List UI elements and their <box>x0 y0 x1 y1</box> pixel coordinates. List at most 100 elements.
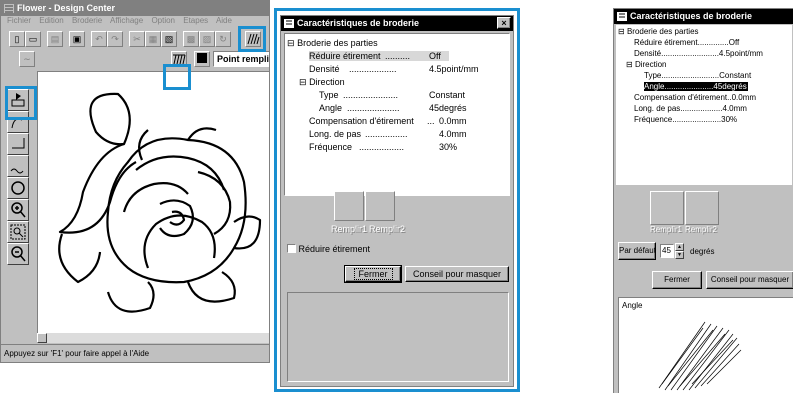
frequency-value: 30% <box>439 142 458 152</box>
tree2-row-type[interactable]: Type..........................Constant <box>644 71 751 80</box>
tree-row-reduce[interactable]: Réduire étirement.......... Off <box>309 51 449 61</box>
paste-button[interactable]: ▧ <box>161 31 177 47</box>
spin-up-icon[interactable]: ▲ <box>675 243 684 251</box>
tree-row-type[interactable]: Type...................... Constant <box>319 90 465 100</box>
design-center-window: Flower - Design Center Fichier Edition B… <box>0 0 270 363</box>
default-button[interactable]: Par défaut <box>618 242 656 260</box>
reduce-value: Off <box>728 38 740 47</box>
tree2-row-frequency[interactable]: Fréquence......................30% <box>634 115 737 124</box>
zoom-out-button[interactable] <box>7 243 29 265</box>
copy-button[interactable]: ▦ <box>145 31 161 47</box>
menu-broderie[interactable]: Broderie <box>72 16 102 25</box>
dialog-titlebar[interactable]: Caractéristiques de broderie × <box>281 16 513 31</box>
dots: .......................... <box>661 71 720 80</box>
tree-collapse-icon[interactable]: ⊟ <box>299 77 307 87</box>
menu-option[interactable]: Option <box>151 16 175 25</box>
close-button[interactable]: Fermer <box>344 265 402 283</box>
part2-remplir1[interactable] <box>650 191 684 225</box>
close-button-2[interactable]: Fermer <box>652 271 702 289</box>
spin-down-icon[interactable]: ▼ <box>675 251 684 259</box>
dots: ...................... <box>343 90 399 100</box>
draw-line-icon <box>12 138 25 149</box>
tree-row-compensation[interactable]: Compensation d'étirement... 0.0mm <box>309 116 467 126</box>
mask-tip-button[interactable]: Conseil pour masquer <box>405 266 509 282</box>
window-title: Flower - Design Center <box>17 3 116 13</box>
circle-tool-button[interactable] <box>7 177 29 199</box>
tree-collapse-icon[interactable]: ⊟ <box>618 27 625 36</box>
undo-button[interactable]: ↶ <box>91 31 107 47</box>
density-label: Densité <box>634 49 662 58</box>
tree-root[interactable]: ⊟ Broderie des parties <box>287 38 378 49</box>
horizontal-scrollbar[interactable] <box>37 333 269 343</box>
cut-button[interactable]: ✂ <box>129 31 145 47</box>
part2-remplir2[interactable] <box>685 191 719 225</box>
step-length-label: Long. de pas <box>309 129 362 139</box>
tree2-row-angle[interactable]: Angle......................45degrés <box>644 82 748 91</box>
draw-line-button[interactable] <box>7 133 29 155</box>
tree-row-step-length[interactable]: Long. de pas................. 4.0mm <box>309 129 467 139</box>
reduce-value: Off <box>429 51 441 61</box>
angle-input[interactable]: 45 <box>660 244 674 258</box>
draw-wave-button[interactable] <box>7 155 29 177</box>
tree2-row-step-length[interactable]: Long. de pas...................4.0mm <box>634 104 747 113</box>
tool-b-button[interactable]: ▨ <box>199 31 215 47</box>
tree2-row-direction[interactable]: ⊟ Direction <box>626 60 667 69</box>
angle-value: 45degrés <box>713 82 747 91</box>
tree-collapse-icon[interactable]: ⊟ <box>287 38 295 48</box>
redo-button[interactable]: ↷ <box>107 31 123 47</box>
part-remplir2[interactable] <box>365 191 395 221</box>
tree2-row-reduce[interactable]: Réduire étirement..............Off <box>634 38 739 47</box>
color-swatch-button[interactable] <box>194 51 210 67</box>
dots: .................. <box>359 142 405 152</box>
menu-etapes[interactable]: Etapes <box>183 16 208 25</box>
menu-aide[interactable]: Aide <box>216 16 232 25</box>
tree-row-direction[interactable]: ⊟ Direction <box>299 77 345 88</box>
tree2-row-density[interactable]: Densité..........................4.5poin… <box>634 49 763 58</box>
draw-curve-button[interactable] <box>7 111 29 133</box>
reduce-checkbox-row[interactable]: Réduire étirement <box>287 244 370 254</box>
menu-fichier[interactable]: Fichier <box>7 16 31 25</box>
close-icon: × <box>501 18 507 28</box>
fill-mode-select[interactable]: Point rempli <box>213 51 269 67</box>
zoom-in-button[interactable] <box>7 199 29 221</box>
circle-icon <box>11 181 25 195</box>
import-button[interactable]: ▤ <box>47 31 63 47</box>
design-center-titlebar[interactable]: Flower - Design Center <box>1 1 269 16</box>
tree-row-frequency[interactable]: Fréquence.................. 30% <box>309 142 457 152</box>
tree-collapse-icon[interactable]: ⊟ <box>626 60 633 69</box>
new-file-button[interactable]: ▯ <box>9 31 25 47</box>
type-value: Constant <box>429 90 466 100</box>
step-length-value: 4.0mm <box>722 104 747 113</box>
dots: .......................... <box>661 49 719 58</box>
step-length-label: Long. de pas <box>634 104 681 113</box>
compensation-value: 0.0mm <box>731 93 757 102</box>
reduce-label: Réduire étirement <box>634 38 698 47</box>
zoom-fit-button[interactable] <box>7 221 29 243</box>
menu-affichage[interactable]: Affichage <box>110 16 143 25</box>
angle-spinner[interactable]: ▲ ▼ <box>675 243 684 259</box>
line-tool-button[interactable]: ∼ <box>19 51 35 67</box>
tool-a-button[interactable]: ▩ <box>183 31 199 47</box>
design-canvas[interactable] <box>37 71 269 333</box>
mask-tip-button-2[interactable]: Conseil pour masquer <box>706 271 793 289</box>
tree2-row-compensation[interactable]: Compensation d'étirement..0.0mm <box>634 93 756 102</box>
tree-root-label: Broderie des parties <box>297 38 378 48</box>
select-tool-button[interactable] <box>7 89 29 111</box>
scroll-left-button[interactable] <box>37 333 47 343</box>
close-button-label: Fermer <box>353 268 393 280</box>
tree2-root[interactable]: ⊟ Broderie des parties <box>618 27 699 36</box>
open-file-button[interactable]: ▭ <box>25 31 41 47</box>
rotate-button[interactable]: ↻ <box>215 31 231 47</box>
tree-row-angle[interactable]: Angle..................... 45degrés <box>319 103 467 113</box>
reduce-checkbox[interactable] <box>287 244 296 253</box>
part-remplir1[interactable] <box>334 191 364 221</box>
stitch-pattern-button[interactable] <box>245 31 261 47</box>
tree-row-density[interactable]: Densité................... 4.5point/mm <box>309 64 479 74</box>
menu-edition[interactable]: Edition <box>39 16 63 25</box>
fill-stitch-icon <box>173 54 186 65</box>
compensation-label: Compensation d'étirement <box>309 116 414 126</box>
dialog2-titlebar[interactable]: Caractéristiques de broderie <box>614 9 793 24</box>
fill-stitch-button[interactable] <box>171 51 187 67</box>
save-button[interactable]: ▣ <box>69 31 85 47</box>
close-window-button[interactable]: × <box>497 17 511 29</box>
